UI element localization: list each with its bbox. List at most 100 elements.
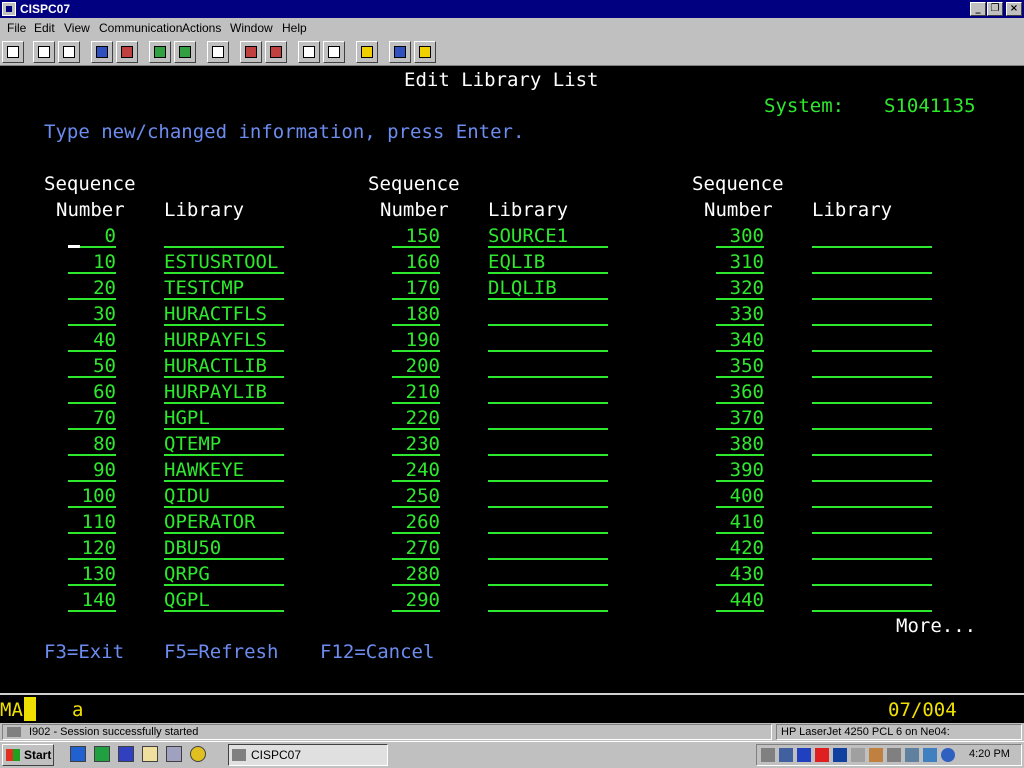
record-macro-icon[interactable] (240, 41, 262, 63)
menu-actions[interactable]: Actions (182, 21, 221, 35)
network-icon[interactable] (779, 748, 793, 762)
library-name-field[interactable]: HURPAYLIB (164, 382, 284, 404)
sequence-number-field[interactable]: 260 (392, 512, 440, 534)
library-name-field[interactable] (488, 304, 608, 326)
tray-network-icon[interactable] (923, 748, 937, 762)
sequence-number-field[interactable]: 400 (716, 486, 764, 508)
sequence-number-field[interactable]: 200 (392, 356, 440, 378)
tray-globe-icon[interactable] (941, 748, 955, 762)
macro-icon[interactable] (207, 41, 229, 63)
copy-icon[interactable] (33, 41, 55, 63)
library-name-field[interactable] (812, 434, 932, 456)
sequence-number-field[interactable]: 30 (68, 304, 116, 326)
sequence-number-field[interactable]: 280 (392, 564, 440, 586)
sequence-number-field[interactable]: 210 (392, 382, 440, 404)
library-name-field[interactable] (488, 460, 608, 482)
sequence-number-field[interactable]: 130 (68, 564, 116, 586)
ticket-icon[interactable] (414, 41, 436, 63)
play-macro-icon[interactable] (265, 41, 287, 63)
library-name-field[interactable] (812, 304, 932, 326)
sequence-number-field[interactable]: 380 (716, 434, 764, 456)
restore-button[interactable]: ❐ (987, 2, 1003, 16)
library-name-field[interactable]: HURPAYFLS (164, 330, 284, 352)
sequence-number-field[interactable]: 120 (68, 538, 116, 560)
media-quicklaunch-icon[interactable] (190, 746, 206, 762)
sequence-number-field[interactable]: 40 (68, 330, 116, 352)
sequence-number-field[interactable]: 20 (68, 278, 116, 300)
library-name-field[interactable] (488, 590, 608, 612)
tray-tool-icon[interactable] (851, 748, 865, 762)
sequence-number-field[interactable]: 100 (68, 486, 116, 508)
library-name-field[interactable] (812, 278, 932, 300)
terminal-screen[interactable]: Edit Library List System: S1041135 Type … (0, 66, 1024, 693)
keyboard-map-icon[interactable] (174, 41, 196, 63)
library-name-field[interactable] (488, 564, 608, 586)
library-name-field[interactable] (488, 538, 608, 560)
ie-quicklaunch-icon[interactable] (70, 746, 86, 762)
print-screen-icon[interactable] (2, 41, 24, 63)
minimize-button[interactable]: _ (970, 2, 986, 16)
volume-icon[interactable] (761, 748, 775, 762)
library-name-field[interactable]: QTEMP (164, 434, 284, 456)
sequence-number-field[interactable]: 410 (716, 512, 764, 534)
library-name-field[interactable] (812, 252, 932, 274)
menu-window[interactable]: Window (230, 21, 273, 35)
sequence-number-field[interactable]: 420 (716, 538, 764, 560)
sequence-number-field[interactable]: 180 (392, 304, 440, 326)
library-name-field[interactable] (488, 434, 608, 456)
sequence-number-field[interactable]: 80 (68, 434, 116, 456)
library-name-field[interactable]: QRPG (164, 564, 284, 586)
start-session-icon[interactable] (298, 41, 320, 63)
media-player-icon[interactable] (797, 748, 811, 762)
sequence-number-field[interactable]: 60 (68, 382, 116, 404)
sequence-number-field[interactable]: 160 (392, 252, 440, 274)
desktop-quicklaunch-icon[interactable] (166, 746, 182, 762)
notepad-quicklaunch-icon[interactable] (142, 746, 158, 762)
library-name-field[interactable] (812, 356, 932, 378)
sequence-number-field[interactable]: 390 (716, 460, 764, 482)
library-name-field[interactable] (812, 382, 932, 404)
send-file-icon[interactable] (91, 41, 113, 63)
stop-session-icon[interactable] (323, 41, 345, 63)
library-name-field[interactable]: HURACTFLS (164, 304, 284, 326)
library-name-field[interactable] (812, 590, 932, 612)
f3-exit-key[interactable]: F3=Exit (44, 642, 124, 662)
library-name-field[interactable] (488, 330, 608, 352)
sequence-number-field[interactable]: 190 (392, 330, 440, 352)
library-name-field[interactable] (488, 408, 608, 430)
f5-refresh-key[interactable]: F5=Refresh (164, 642, 278, 662)
f12-cancel-key[interactable]: F12=Cancel (320, 642, 434, 662)
sequence-number-field[interactable]: 220 (392, 408, 440, 430)
app-icon[interactable] (2, 2, 16, 16)
sequence-number-field[interactable]: 290 (392, 590, 440, 612)
sequence-number-field[interactable]: 270 (392, 538, 440, 560)
library-name-field[interactable]: DBU50 (164, 538, 284, 560)
library-name-field[interactable]: QGPL (164, 590, 284, 612)
close-button[interactable]: × (1006, 2, 1022, 16)
sequence-number-field[interactable]: 230 (392, 434, 440, 456)
sequence-number-field[interactable]: 170 (392, 278, 440, 300)
tray-display-icon[interactable] (905, 748, 919, 762)
library-name-field[interactable]: DLQLIB (488, 278, 608, 300)
sequence-number-field[interactable]: 70 (68, 408, 116, 430)
tray-sync-icon[interactable] (887, 748, 901, 762)
library-name-field[interactable] (812, 226, 932, 248)
sequence-number-field[interactable]: 10 (68, 252, 116, 274)
sequence-number-field[interactable]: 90 (68, 460, 116, 482)
library-name-field[interactable]: HURACTLIB (164, 356, 284, 378)
library-name-field[interactable] (488, 512, 608, 534)
sequence-number-field[interactable]: 300 (716, 226, 764, 248)
library-name-field[interactable]: HGPL (164, 408, 284, 430)
start-button[interactable]: Start (2, 744, 54, 766)
sequence-number-field[interactable]: 50 (68, 356, 116, 378)
sequence-number-field[interactable]: 240 (392, 460, 440, 482)
library-name-field[interactable] (812, 408, 932, 430)
library-name-field[interactable] (488, 356, 608, 378)
sequence-number-field[interactable]: 430 (716, 564, 764, 586)
sequence-number-field[interactable]: 350 (716, 356, 764, 378)
sequence-number-field[interactable]: 110 (68, 512, 116, 534)
taskbar-item-cispc07[interactable]: CISPC07 (228, 744, 388, 766)
sequence-number-field[interactable]: 310 (716, 252, 764, 274)
library-name-field[interactable]: SOURCE1 (488, 226, 608, 248)
sequence-number-field[interactable]: 250 (392, 486, 440, 508)
